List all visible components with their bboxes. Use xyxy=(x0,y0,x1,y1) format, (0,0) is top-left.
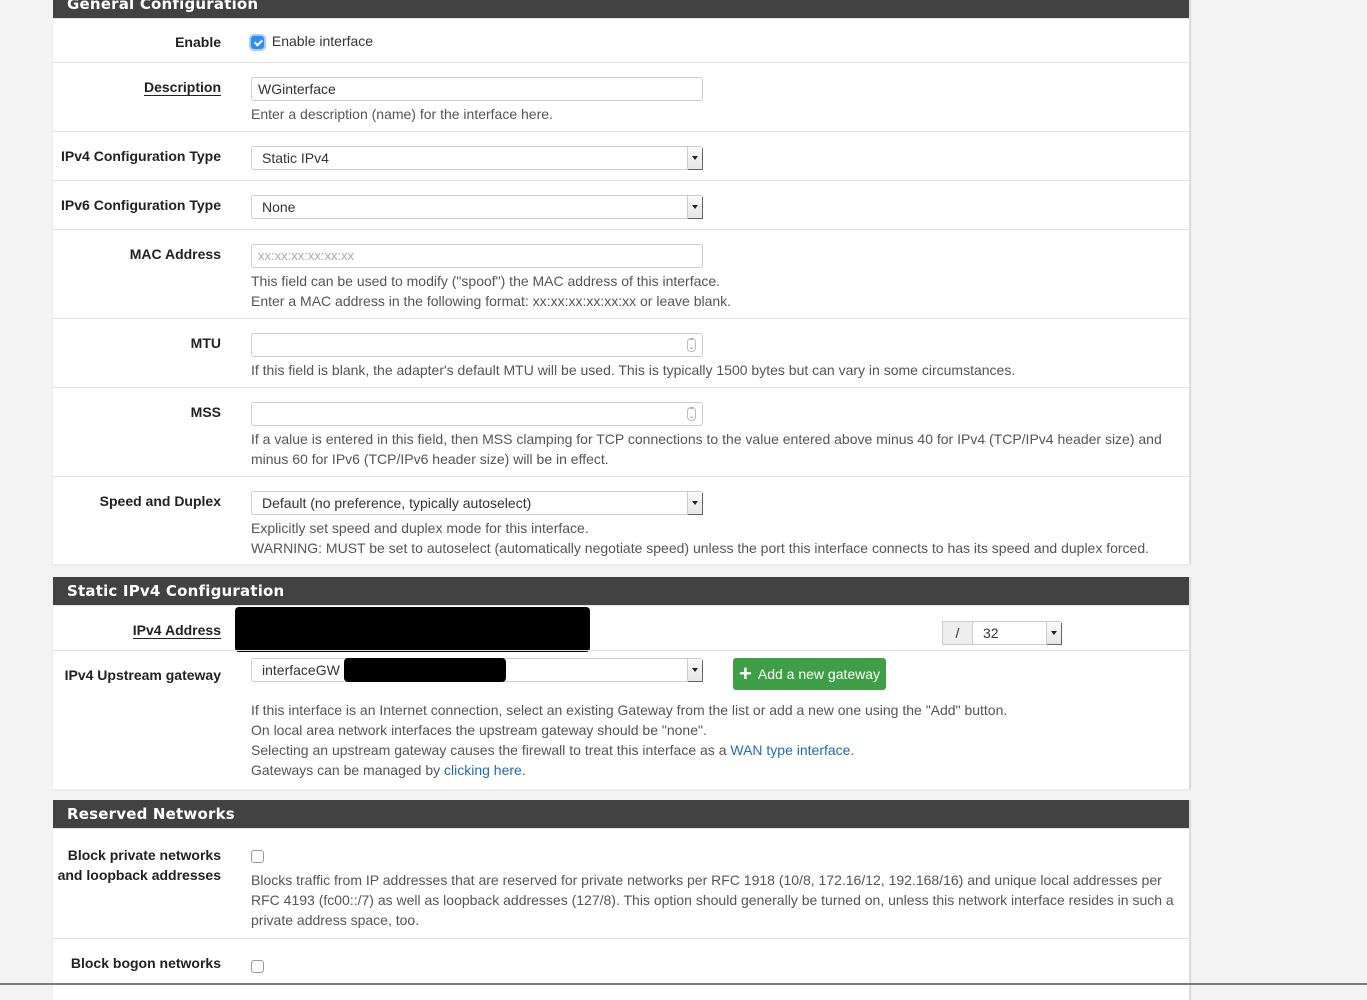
static-ipv4-panel: Static IPv4 Configuration IPv4 Address /… xyxy=(53,577,1191,789)
block-bogon-label: Block bogon networks xyxy=(70,955,221,971)
mtu-row: MTU ⌃ ⌄ If this field is blank, the adapt… xyxy=(53,318,1189,387)
mtu-help: If this field is blank, the adapter's de… xyxy=(251,362,1016,378)
clicking-here-link[interactable]: clicking here xyxy=(444,762,522,778)
mtu-label: MTU xyxy=(190,335,221,351)
panel-heading: Static IPv4 Configuration xyxy=(53,577,1189,605)
panel-heading: Reserved Networks xyxy=(53,800,1189,828)
add-gateway-label: Add a new gateway xyxy=(757,666,881,682)
chevron-down-icon xyxy=(687,492,702,514)
ipv6-type-label: IPv6 Configuration Type xyxy=(61,197,221,213)
mac-row: MAC Address xx:xx:xx:xx:xx:xx This field… xyxy=(53,229,1189,318)
block-private-help-1: Blocks traffic from IP addresses that ar… xyxy=(251,872,1162,888)
speed-row: Speed and Duplex Default (no preference,… xyxy=(53,476,1189,564)
description-label[interactable]: Description xyxy=(143,79,221,96)
mss-help-1: If a value is entered in this field, the… xyxy=(251,431,1162,447)
chevron-down-icon xyxy=(687,147,702,169)
block-private-row: Block private networks and loopback addr… xyxy=(53,828,1189,938)
cidr-value: 32 xyxy=(983,625,999,641)
description-help: Enter a description (name) for the inter… xyxy=(251,106,553,122)
mss-help-2: minus 60 for IPv6 (TCP/IPv6 header size)… xyxy=(251,451,609,467)
gateway-help-4: Gateways can be managed by clicking here… xyxy=(251,762,526,778)
speed-value: Default (no preference, typically autose… xyxy=(262,495,532,511)
ipv6-type-select[interactable]: None xyxy=(251,195,703,219)
wan-type-interface-link[interactable]: WAN type interface xyxy=(730,742,850,758)
mac-help-1: This field can be used to modify ("spoof… xyxy=(251,273,721,289)
redacted-ipv4-address xyxy=(235,607,590,652)
speed-select[interactable]: Default (no preference, typically autose… xyxy=(251,491,703,515)
mtu-input[interactable]: ⌃ ⌄ xyxy=(251,333,703,357)
speed-help-1: Explicitly set speed and duplex mode for… xyxy=(251,520,589,536)
ipv4-type-row: IPv4 Configuration Type Static IPv4 xyxy=(53,131,1189,180)
chevron-down-icon xyxy=(1046,622,1061,644)
panel-heading: General Configuration xyxy=(53,0,1189,18)
block-bogon-checkbox[interactable] xyxy=(251,959,264,973)
enable-row: Enable Enable interface xyxy=(53,18,1189,62)
block-private-help-2: RFC 4193 (fc00::/7) as well as loopback … xyxy=(251,892,1174,908)
block-bogon-row: Block bogon networks xyxy=(53,938,1189,998)
ipv4-address-label[interactable]: IPv4 Address xyxy=(132,622,221,639)
mac-input[interactable]: xx:xx:xx:xx:xx:xx xyxy=(251,244,703,268)
chevron-down-icon xyxy=(687,659,702,681)
redacted-gateway-address xyxy=(344,658,506,682)
mss-label: MSS xyxy=(190,404,221,420)
ipv4-type-value: Static IPv4 xyxy=(262,150,329,166)
ipv4-type-label: IPv4 Configuration Type xyxy=(61,148,221,164)
speed-label: Speed and Duplex xyxy=(99,493,221,509)
description-row: Description WGinterface Enter a descript… xyxy=(53,62,1189,131)
cidr-select[interactable]: 32 xyxy=(972,621,1062,645)
block-private-help-3: private address space, too. xyxy=(251,912,420,928)
general-configuration-panel: General Configuration Enable Enable inte… xyxy=(53,0,1191,564)
ipv6-type-row: IPv6 Configuration Type None xyxy=(53,180,1189,229)
ipv6-type-value: None xyxy=(262,199,296,215)
ipv4-address-row: IPv4 Address / 32 xyxy=(53,605,1189,652)
gateway-help-2: On local area network interfaces the ups… xyxy=(251,722,707,738)
cidr-separator: / xyxy=(942,621,973,645)
add-gateway-button[interactable]: + Add a new gateway xyxy=(733,658,887,690)
enable-label: Enable xyxy=(175,34,221,50)
gateway-help-3: Selecting an upstream gateway causes the… xyxy=(251,742,855,758)
mac-label: MAC Address xyxy=(129,246,221,262)
ipv4-type-select[interactable]: Static IPv4 xyxy=(251,146,703,170)
gateway-help-1: If this interface is an Internet connect… xyxy=(251,702,1008,718)
plus-icon: + xyxy=(739,661,752,686)
enable-interface-label[interactable]: Enable interface xyxy=(272,33,373,49)
speed-help-2: WARNING: MUST be set to autoselect (auto… xyxy=(251,540,1150,556)
gateway-value: interfaceGW - xyxy=(262,662,349,678)
description-input[interactable]: WGinterface xyxy=(251,77,703,101)
block-private-label-2: and loopback addresses xyxy=(57,867,221,883)
reserved-networks-panel: Reserved Networks Block private networks… xyxy=(53,800,1191,1000)
spinner-icon[interactable]: ⌃ ⌄ xyxy=(687,407,696,421)
enable-interface-checkbox[interactable] xyxy=(251,35,264,49)
chevron-down-icon xyxy=(687,196,702,218)
gateway-row: IPv4 Upstream gateway interfaceGW - + Ad… xyxy=(53,650,1189,789)
mss-row: MSS ⌃ ⌄ If a value is entered in this fie… xyxy=(53,387,1189,476)
gateway-label: IPv4 Upstream gateway xyxy=(64,667,221,683)
block-private-label-1: Block private networks xyxy=(67,847,221,863)
block-private-checkbox[interactable] xyxy=(251,849,264,863)
mac-help-2: Enter a MAC address in the following for… xyxy=(251,293,732,309)
mss-input[interactable]: ⌃ ⌄ xyxy=(251,402,703,426)
spinner-icon[interactable]: ⌃ ⌄ xyxy=(687,338,696,352)
